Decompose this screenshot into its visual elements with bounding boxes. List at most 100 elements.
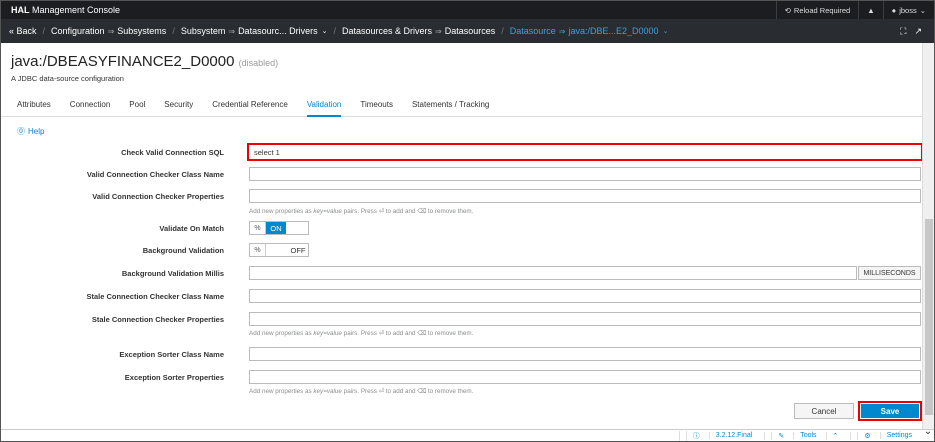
check-sql-label: Check Valid Connection SQL <box>121 147 224 157</box>
arrow-right-icon: ⇒ <box>228 26 236 36</box>
gear-icon: ⚙ <box>857 431 876 440</box>
chevron-down-icon: ⌄ <box>919 5 926 15</box>
reload-required-button[interactable]: ⟲ Reload Required <box>775 1 859 19</box>
breadcrumb: « Back / Configuration ⇒ Subsystems / Su… <box>1 19 934 43</box>
datasource-name: java:/DBEASYFINANCE2_D0000 <box>11 53 235 70</box>
version-link[interactable]: ⓘ 3.2.12.Final <box>678 430 765 441</box>
background-validation-label: Background Validation <box>142 245 224 255</box>
form-row-exc-class: Exception Sorter Class Name <box>1 347 934 361</box>
tools-menu[interactable]: ✎ Tools ⌃ <box>764 431 850 440</box>
chevron-down-icon[interactable]: ⌄ <box>659 27 669 35</box>
sitemap-icon[interactable]: ⛶ <box>900 26 906 37</box>
brand-rest: Management Console <box>29 5 121 15</box>
save-button-highlight: Save <box>858 401 922 421</box>
info-icon: ⓘ <box>685 430 706 441</box>
form-row-validate-on-match: Validate On Match % ON <box>1 221 934 235</box>
cancel-button[interactable]: Cancel <box>794 403 854 419</box>
tab-connection[interactable]: Connection <box>70 97 110 117</box>
crumb-configuration[interactable]: Configuration <box>51 26 105 36</box>
reload-icon: ⟲ <box>784 5 791 15</box>
masthead: HAL Management Console ⟲ Reload Required… <box>1 1 934 19</box>
arrow-right-icon: ⇒ <box>558 26 566 36</box>
form-row-background-validation: Background Validation % OFF <box>1 243 934 257</box>
background-validation-switch[interactable]: % OFF <box>249 243 309 257</box>
form-row-exc-props: Exception Sorter Properties <box>1 370 934 384</box>
form-row-stale-class: Stale Connection Checker Class Name <box>1 289 934 303</box>
crumb-datasources-drivers[interactable]: Datasources & Drivers <box>342 26 432 36</box>
form-row-checker-props: Valid Connection Checker Properties <box>1 189 934 203</box>
tab-attributes[interactable]: Attributes <box>17 97 51 117</box>
bg-millis-label: Background Validation Millis <box>121 268 224 278</box>
exc-props-label: Exception Sorter Properties <box>124 372 224 382</box>
reload-label: Reload Required <box>793 5 851 15</box>
chevron-up-icon: ⌃ <box>825 431 845 440</box>
brand-bold: HAL <box>11 5 30 15</box>
wrench-icon: ✎ <box>771 431 790 440</box>
tab-bar: Attributes Connection Pool Security Cred… <box>1 97 934 117</box>
bg-millis-input[interactable] <box>249 266 857 280</box>
page-header: java:/DBEASYFINANCE2_D0000 (disabled) A … <box>11 53 278 83</box>
millis-unit-addon: MILLISECONDS <box>858 266 921 280</box>
user-label: jboss <box>899 5 917 15</box>
footer: ⓘ 3.2.12.Final ✎ Tools ⌃ ⚙ Settings <box>1 429 934 441</box>
form-row-check-sql: Check Valid Connection SQL select 1 <box>1 143 934 161</box>
checker-props-label: Valid Connection Checker Properties <box>92 191 224 201</box>
save-button[interactable]: Save <box>861 404 919 418</box>
crumb-datasources[interactable]: Datasources <box>445 26 496 36</box>
tab-security[interactable]: Security <box>164 97 193 117</box>
check-sql-input[interactable]: select 1 <box>247 143 923 161</box>
chevron-down-icon[interactable]: ⌄ <box>318 27 328 35</box>
help-link[interactable]: ⓪ Help <box>17 126 44 137</box>
page-title: java:/DBEASYFINANCE2_D0000 (disabled) <box>11 53 278 70</box>
crumb-current-datasource[interactable]: java:/DBE...E2_D0000 <box>569 26 659 36</box>
form-row-checker-class: Valid Connection Checker Class Name <box>1 167 934 181</box>
exc-class-label: Exception Sorter Class Name <box>119 349 224 359</box>
crumb-datasource-drivers[interactable]: Datasourc... Drivers <box>238 26 318 36</box>
properties-hint: Add new properties as key=value pairs. P… <box>249 330 474 337</box>
link-icon: % <box>250 222 266 234</box>
exc-props-input[interactable] <box>249 370 921 384</box>
checker-class-label: Valid Connection Checker Class Name <box>86 169 224 179</box>
crumb-subsystems[interactable]: Subsystems <box>117 26 166 36</box>
back-link[interactable]: « Back <box>9 26 37 36</box>
tab-statements-tracking[interactable]: Statements / Tracking <box>412 97 489 117</box>
crumb-datasource[interactable]: Datasource <box>510 26 556 36</box>
tab-credential-reference[interactable]: Credential Reference <box>212 97 288 117</box>
tab-timeouts[interactable]: Timeouts <box>360 97 393 117</box>
settings-label: Settings <box>879 432 918 439</box>
tab-pool[interactable]: Pool <box>129 97 145 117</box>
scroll-down-icon[interactable]: ⌄ <box>922 425 934 437</box>
tab-validation[interactable]: Validation <box>306 97 342 117</box>
checker-class-input[interactable] <box>249 167 921 181</box>
crumb-subsystem[interactable]: Subsystem <box>181 26 226 36</box>
stale-class-input[interactable] <box>249 289 921 303</box>
checker-props-input[interactable] <box>249 189 921 203</box>
form-row-stale-props: Stale Connection Checker Properties <box>1 312 934 326</box>
scrollbar-thumb[interactable] <box>925 219 933 415</box>
user-icon: ● <box>891 5 897 15</box>
question-circle-icon: ⓪ <box>17 127 25 136</box>
switch-on-label: ON <box>266 222 286 234</box>
arrow-right-icon: ⇒ <box>435 26 442 36</box>
page-description: A JDBC data-source configuration <box>11 74 124 83</box>
notifications-button[interactable]: ▲ <box>858 1 882 19</box>
bell-icon: ▲ <box>867 5 875 15</box>
validate-on-match-label: Validate On Match <box>159 223 224 233</box>
stale-props-input[interactable] <box>249 312 921 326</box>
switch-off-label: OFF <box>290 245 306 255</box>
properties-hint: Add new properties as key=value pairs. P… <box>249 208 474 215</box>
arrow-right-icon: ⇒ <box>107 26 115 36</box>
app-brand: HAL Management Console <box>1 5 120 15</box>
link-icon: % <box>250 244 266 256</box>
help-label: Help <box>28 127 45 136</box>
version-label: 3.2.12.Final <box>708 432 759 439</box>
validate-on-match-switch[interactable]: % ON <box>249 221 309 235</box>
properties-hint: Add new properties as key=value pairs. P… <box>249 388 474 395</box>
stale-class-label: Stale Connection Checker Class Name <box>86 291 224 301</box>
stale-props-label: Stale Connection Checker Properties <box>91 314 224 324</box>
user-menu[interactable]: ● jboss ⌄ <box>882 1 934 19</box>
exc-class-input[interactable] <box>249 347 921 361</box>
scrollbar[interactable] <box>922 43 934 429</box>
external-link-icon[interactable]: ↗ <box>914 26 922 37</box>
status-badge: (disabled) <box>238 58 279 68</box>
